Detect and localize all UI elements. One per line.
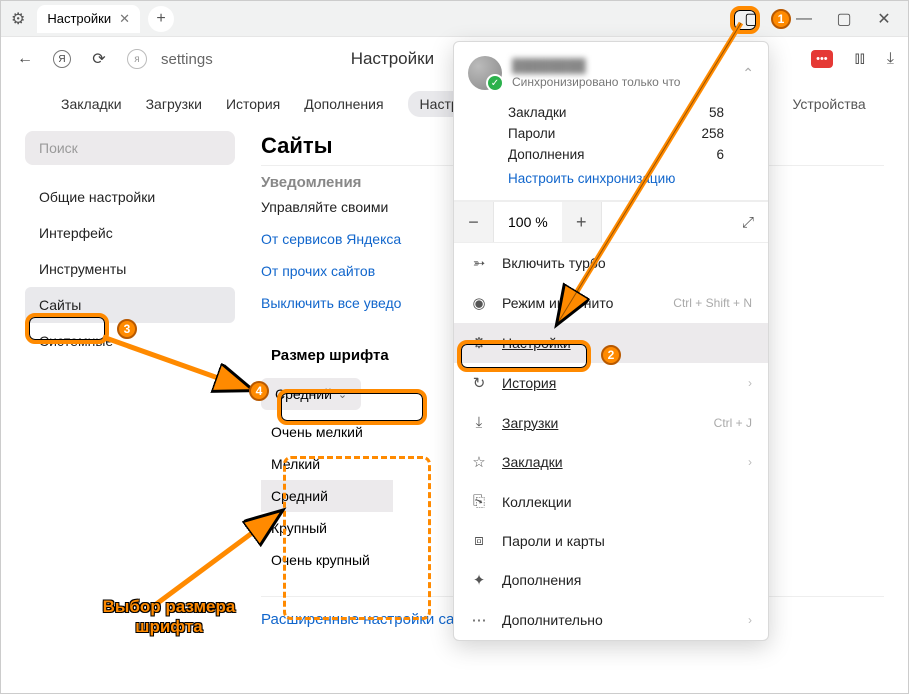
font-size-current: Средний [275, 386, 332, 402]
downloads-icon[interactable]: ⤓ [887, 50, 894, 68]
sync-addons-row: Дополнения6 [468, 144, 754, 165]
annotation-caption: Выбор размера шрифта [89, 597, 249, 638]
key-icon: ⧈ [470, 532, 488, 549]
chevron-right-icon: › [748, 455, 752, 469]
reload-icon[interactable]: ⟳ [89, 49, 109, 69]
page-heading-in-bar: Настройки [351, 49, 434, 69]
clock-icon: ↻ [470, 374, 488, 392]
main-menu: ████████ Синхронизировано только что ⌃ З… [453, 41, 769, 641]
menu-passwords[interactable]: ⧈Пароли и карты [454, 521, 768, 560]
sidebar-item-tools[interactable]: Инструменты [25, 251, 235, 287]
marker-2: 2 [601, 345, 621, 365]
font-size-heading: Размер шрифта [261, 341, 399, 370]
yandex-icon[interactable]: Я [53, 50, 71, 68]
close-window-icon[interactable]: ✕ [874, 9, 894, 29]
font-size-select[interactable]: Средний ⌄ [261, 378, 361, 410]
marker-1: 1 [771, 9, 791, 29]
marker-3: 3 [117, 319, 137, 339]
chevron-up-icon[interactable]: ⌃ [742, 65, 754, 82]
gear-icon[interactable]: ⚙ [11, 9, 25, 29]
incognito-icon: ◉ [470, 294, 488, 312]
puzzle-icon: ✦ [470, 571, 488, 589]
nav-history[interactable]: История [226, 91, 280, 117]
more-icon: ⋯ [470, 611, 488, 629]
menu-incognito[interactable]: ◉Режим инкогнитоCtrl + Shift + N [454, 283, 768, 323]
profile-name: ████████ [512, 58, 632, 73]
nav-devices[interactable]: Устройства [792, 91, 865, 117]
address-bar[interactable]: settings [161, 51, 213, 68]
download-icon: ⤓ [470, 414, 488, 431]
menu-bookmarks[interactable]: ☆Закладки› [454, 442, 768, 482]
menu-collections[interactable]: ⎘Коллекции [454, 482, 768, 521]
new-tab-button[interactable]: + [148, 6, 174, 32]
marker-4: 4 [249, 381, 269, 401]
nav-addons[interactable]: Дополнения [304, 91, 383, 117]
menu-turbo[interactable]: ➳Включить турбо [454, 243, 768, 283]
browser-tab[interactable]: Настройки ✕ [37, 5, 140, 33]
settings-sidebar: Поиск Общие настройки Интерфейс Инструме… [25, 131, 235, 628]
star-icon: ☆ [470, 453, 488, 471]
fullscreen-icon[interactable]: ⤢ [728, 214, 768, 231]
chevron-right-icon: › [748, 613, 752, 627]
font-size-dropdown: Очень мелкий Мелкий Средний Крупный Очен… [261, 416, 393, 576]
minimize-icon[interactable]: — [794, 10, 814, 28]
sync-status: Синхронизировано только что [512, 75, 732, 89]
configure-sync-link[interactable]: Настроить синхронизацию [468, 171, 754, 186]
sidebar-item-sites[interactable]: Сайты [25, 287, 235, 323]
menu-more[interactable]: ⋯Дополнительно› [454, 600, 768, 640]
zoom-row: − 100 % + ⤢ [454, 201, 768, 243]
font-option-xl[interactable]: Очень крупный [261, 544, 393, 576]
maximize-icon[interactable]: ▢ [834, 9, 854, 29]
avatar [468, 56, 502, 90]
nav-bookmarks[interactable]: Закладки [61, 91, 122, 117]
menu-addons[interactable]: ✦Дополнения [454, 560, 768, 600]
close-tab-icon[interactable]: ✕ [119, 11, 130, 27]
extensions-icon[interactable]: ⫾⫾ [855, 50, 865, 68]
bookmark-icon: ⎘ [470, 493, 488, 510]
rocket-icon: ➳ [470, 254, 488, 272]
password-manager-icon[interactable]: ••• [811, 50, 833, 68]
chevron-right-icon: › [748, 376, 752, 390]
chevron-down-icon: ⌄ [338, 388, 347, 401]
sidebar-item-general[interactable]: Общие настройки [25, 179, 235, 215]
sidebar-item-interface[interactable]: Интерфейс [25, 215, 235, 251]
tab-title: Настройки [47, 11, 111, 26]
menu-downloads[interactable]: ⤓ЗагрузкиCtrl + J [454, 403, 768, 442]
font-option-m[interactable]: Средний [261, 480, 393, 512]
font-option-l[interactable]: Крупный [261, 512, 393, 544]
sync-passwords-row: Пароли258 [468, 123, 754, 144]
sync-bookmarks-row: Закладки58 [468, 102, 754, 123]
font-option-s[interactable]: Мелкий [261, 448, 393, 480]
font-option-xs[interactable]: Очень мелкий [261, 416, 393, 448]
menu-history[interactable]: ↻История› [454, 363, 768, 403]
nav-downloads[interactable]: Загрузки [146, 91, 202, 117]
sidebar-toggle-icon[interactable]: ▢ [744, 9, 759, 29]
zoom-value: 100 % [494, 214, 562, 230]
back-icon[interactable]: ← [15, 50, 35, 68]
zoom-out-button[interactable]: − [454, 202, 494, 242]
search-engine-icon[interactable]: я [127, 49, 147, 69]
gear-icon: ⚙ [470, 334, 488, 352]
zoom-in-button[interactable]: + [562, 202, 602, 242]
profile-row[interactable]: ████████ Синхронизировано только что ⌃ [468, 56, 754, 90]
sidebar-search[interactable]: Поиск [25, 131, 235, 165]
